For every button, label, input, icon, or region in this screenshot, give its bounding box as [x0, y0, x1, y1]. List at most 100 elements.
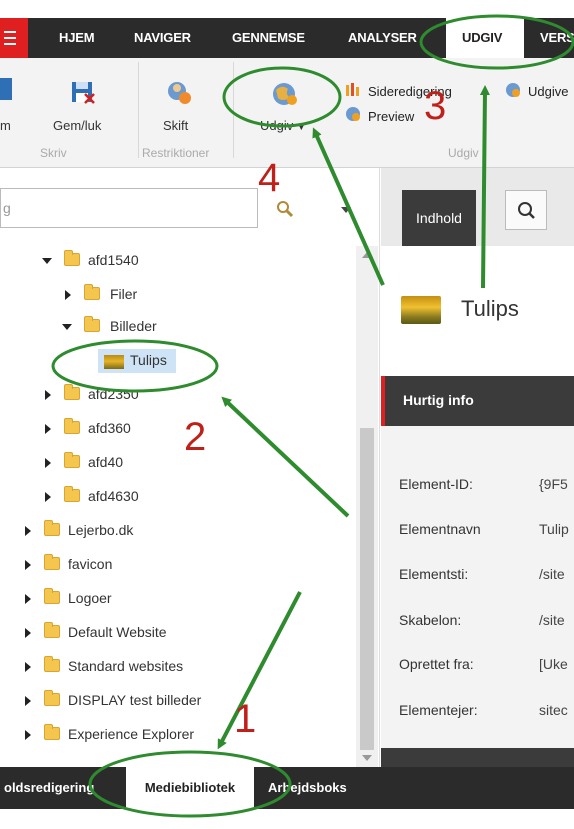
- annotation-number-1: 1: [234, 697, 257, 741]
- folder-icon: [44, 520, 60, 536]
- scroll-up-icon[interactable]: [362, 252, 372, 258]
- tab-arbejdsboks[interactable]: Arbejdsboks: [268, 767, 347, 809]
- expand-arrow-icon[interactable]: [25, 526, 31, 536]
- nav-tab-naviger[interactable]: NAVIGER: [134, 18, 191, 58]
- tree-item-default-website[interactable]: Default Website: [0, 618, 356, 648]
- item-title: Tulips: [461, 296, 519, 321]
- tree-item-label: Experience Explorer: [68, 726, 195, 742]
- tree-item-label: Default Website: [68, 624, 167, 640]
- expand-arrow-icon[interactable]: [25, 560, 31, 570]
- group-label-udgiv: Udgiv: [448, 146, 479, 160]
- content-tree: afd1540 Filer Billeder Tulips afd2350 af…: [0, 246, 356, 767]
- tree-item-afd1540[interactable]: afd1540: [0, 246, 356, 276]
- quick-info-value: Tulip: [539, 521, 569, 537]
- nav-tab-gennemse[interactable]: GENNEMSE: [232, 18, 305, 58]
- annotation-number-2: 2: [184, 415, 207, 459]
- tree-item-experience-explorer[interactable]: Experience Explorer: [0, 720, 356, 750]
- tree-item-label: DISPLAY test billeder: [68, 692, 202, 708]
- item-header: Tulips: [381, 268, 574, 348]
- tree-item-billeder[interactable]: Billeder: [0, 312, 356, 342]
- tree-item-tulips[interactable]: Tulips: [0, 346, 356, 376]
- tree-item-afd4630[interactable]: afd4630: [0, 482, 356, 512]
- tree-item-label: afd40: [88, 454, 124, 470]
- expand-arrow-icon[interactable]: [45, 390, 51, 400]
- tree-scrollbar[interactable]: [356, 246, 378, 767]
- expand-arrow-icon[interactable]: [25, 662, 31, 672]
- publish-small-icon[interactable]: [505, 82, 521, 103]
- publish-button-label: Udgiv: [260, 118, 294, 133]
- tree-item-label: afd2350: [88, 386, 139, 402]
- folder-icon: [64, 486, 80, 502]
- quick-info-row: Skabelon: /site: [381, 606, 574, 636]
- quick-info-label: Oprettet fra:: [399, 656, 474, 672]
- lock-person-icon[interactable]: [166, 80, 192, 111]
- quick-info-value: sitec: [539, 702, 568, 718]
- expand-arrow-icon[interactable]: [45, 458, 51, 468]
- publish-globe-icon[interactable]: [270, 80, 300, 113]
- folder-icon: [84, 284, 100, 300]
- expand-arrow-icon[interactable]: [25, 696, 31, 706]
- tree-item-label: Logoer: [68, 590, 112, 606]
- quick-info-value: [Uke: [539, 656, 568, 672]
- expand-arrow-icon[interactable]: [62, 324, 72, 330]
- tab-indholdsredigering[interactable]: oldsredigering: [4, 767, 94, 809]
- tree-item-afd40[interactable]: afd40: [0, 448, 356, 478]
- app-menu-button[interactable]: [0, 18, 28, 58]
- nav-tab-hjem[interactable]: HJEM: [59, 18, 95, 58]
- folder-icon: [44, 690, 60, 706]
- tree-item-label: Billeder: [110, 318, 157, 334]
- tree-item-label: Filer: [110, 286, 138, 302]
- expand-arrow-icon[interactable]: [65, 290, 71, 300]
- nav-tab-vers[interactable]: VERS: [540, 18, 574, 58]
- expand-arrow-icon[interactable]: [25, 628, 31, 638]
- editor-search-button[interactable]: [505, 190, 547, 230]
- content-editor-panel: Indhold Tulips Hurtig info Element-ID: {…: [381, 168, 574, 767]
- save-close-icon[interactable]: [70, 80, 96, 111]
- expand-arrow-icon[interactable]: [45, 424, 51, 434]
- shift-button[interactable]: Skift: [163, 118, 188, 133]
- nav-tab-udgiv[interactable]: UDGIV: [446, 18, 524, 58]
- tree-item-standard-websites[interactable]: Standard websites: [0, 652, 356, 682]
- tree-item-label: favicon: [68, 556, 113, 572]
- quick-info-header[interactable]: Hurtig info: [381, 376, 574, 426]
- publish-button[interactable]: Udgiv ▼: [260, 118, 306, 133]
- tree-item-afd2350[interactable]: afd2350: [0, 380, 356, 410]
- ribbon-separator: [233, 62, 234, 158]
- expand-arrow-icon[interactable]: [42, 258, 52, 264]
- tree-item-label: afd1540: [88, 252, 139, 268]
- expand-arrow-icon[interactable]: [25, 730, 31, 740]
- dropdown-arrow-icon[interactable]: [340, 202, 352, 220]
- preview-globe-icon[interactable]: [345, 106, 361, 127]
- tree-item-label: Standard websites: [68, 658, 184, 674]
- chevron-down-icon: ▼: [296, 122, 306, 132]
- search-icon[interactable]: [276, 200, 294, 223]
- expand-arrow-icon[interactable]: [25, 594, 31, 604]
- search-input[interactable]: g: [0, 188, 258, 228]
- quick-info-value: /site: [539, 612, 565, 628]
- page-edit-icon[interactable]: [345, 82, 361, 103]
- save-icon[interactable]: [0, 76, 14, 107]
- scroll-down-icon[interactable]: [362, 755, 372, 761]
- editor-tabs: Indhold: [381, 168, 574, 246]
- quick-info-row: Element-ID: {9F5: [381, 470, 574, 500]
- tree-item-lejerbo[interactable]: Lejerbo.dk: [0, 516, 356, 546]
- nav-tab-analyser[interactable]: ANALYSER: [348, 18, 417, 58]
- preview-button[interactable]: Preview: [368, 109, 414, 124]
- quick-info-value: {9F5: [539, 476, 568, 492]
- save-button-label[interactable]: m: [0, 118, 11, 133]
- tree-item-filer[interactable]: Filer: [0, 280, 356, 310]
- tab-mediebibliotek[interactable]: Mediebibliotek: [126, 767, 254, 809]
- app-window: HJEM NAVIGER GENNEMSE ANALYSER UDGIV VER…: [0, 0, 574, 829]
- publish-item-button[interactable]: Udgive: [528, 84, 568, 99]
- save-close-button[interactable]: Gem/luk: [53, 118, 101, 133]
- expand-arrow-icon[interactable]: [45, 492, 51, 502]
- tree-item-afd360[interactable]: afd360: [0, 414, 356, 444]
- tree-item-display-test-billeder[interactable]: DISPLAY test billeder: [0, 686, 356, 716]
- tree-item-logoer[interactable]: Logoer: [0, 584, 356, 614]
- quick-info-row: Elementnavn Tulip: [381, 515, 574, 545]
- folder-icon: [64, 384, 80, 400]
- tree-item-favicon[interactable]: favicon: [0, 550, 356, 580]
- top-navigation: HJEM NAVIGER GENNEMSE ANALYSER UDGIV VER…: [0, 18, 574, 58]
- scrollbar-thumb[interactable]: [360, 428, 374, 750]
- tab-indhold[interactable]: Indhold: [402, 190, 476, 246]
